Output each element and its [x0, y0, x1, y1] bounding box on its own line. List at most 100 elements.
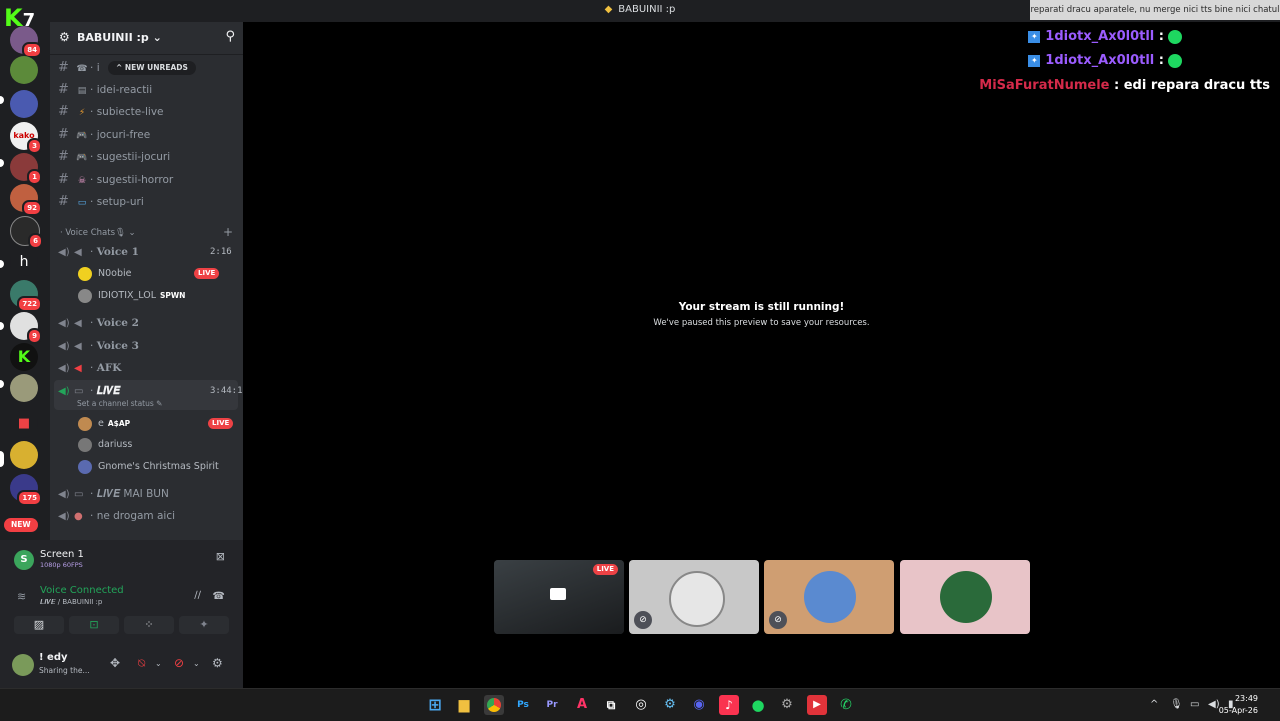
music-icon[interactable]: ♪: [719, 695, 739, 715]
channel-item[interactable]: # 🎮 · jocuri-free: [58, 125, 150, 145]
unread-pill: [0, 159, 4, 167]
taskbar: ⊞ ▆ Ps Pr A ⧉ ◎ ⚙ ◉ ♪ ● ⚙ ▶ ✆ ^ 🎙 ▭ ◀) ▮…: [0, 688, 1280, 721]
server-icon[interactable]: ■: [10, 410, 38, 438]
voice-user[interactable]: IDIOTIX_LOL SPWN: [78, 286, 185, 306]
chevron-down-icon[interactable]: ⌄: [193, 659, 200, 668]
server-icon[interactable]: [10, 441, 38, 469]
settings-icon[interactable]: ⚙: [777, 695, 797, 715]
discord-icon[interactable]: ◉: [689, 695, 709, 715]
server-icon[interactable]: 92: [10, 184, 42, 216]
media-icon[interactable]: ▶: [807, 695, 827, 715]
muted-icon: ⊘: [634, 611, 652, 629]
deafen-icon[interactable]: ⊘: [174, 656, 184, 670]
user-status: Sharing the...: [39, 666, 90, 675]
obs-icon[interactable]: ◎: [631, 695, 651, 715]
server-icon[interactable]: h: [10, 248, 38, 276]
stream-tile[interactable]: LIVE: [494, 560, 624, 634]
new-unreads-button[interactable]: ^ NEW UNREADS: [108, 61, 196, 75]
affinity-icon[interactable]: A: [572, 695, 592, 715]
stream-stage[interactable]: Your stream is still running! We've paus…: [243, 22, 1280, 688]
channel-item[interactable]: # ▭ · setup-uri: [58, 192, 144, 212]
channel-item[interactable]: # ▤ · idei-reactii: [58, 80, 152, 100]
start-icon[interactable]: ⊞: [425, 695, 445, 715]
voice-user[interactable]: N0obie LIVE: [78, 264, 220, 284]
user-name[interactable]: ! edy: [39, 652, 68, 663]
steam-icon[interactable]: ⚙: [660, 695, 680, 715]
voice-user[interactable]: dariuss: [78, 435, 132, 455]
channel-item[interactable]: # ⚡ · subiecte-live: [58, 102, 164, 122]
noise-suppression-icon[interactable]: ∕∕: [194, 590, 201, 601]
server-icon[interactable]: 6: [10, 216, 43, 249]
voice-user[interactable]: e A$AP LIVE: [78, 414, 234, 434]
server-header[interactable]: ⚙ BABUINII :p ⌄ ⚲: [50, 22, 243, 55]
selected-pill: [0, 451, 4, 467]
hash-icon: #: [58, 82, 69, 97]
voice-user[interactable]: Gnome's Christmas Spirit: [78, 457, 219, 477]
photoshop-icon[interactable]: Ps: [513, 695, 533, 715]
server-icon[interactable]: 84: [10, 26, 42, 58]
premiere-icon[interactable]: Pr: [542, 695, 562, 715]
pill-icon: ●: [74, 511, 83, 522]
channel-item[interactable]: # ☎ · i: [58, 58, 100, 78]
server-icon[interactable]: 9: [10, 312, 42, 344]
chevron-down-icon[interactable]: ⌄: [155, 659, 162, 668]
chat-line: ✦ 1diotx_Ax0l0tll :: [1028, 53, 1182, 68]
activities-button[interactable]: ⁘: [124, 616, 174, 634]
server-icon[interactable]: 1: [10, 153, 42, 185]
voice-channel-voice1[interactable]: ◀) ◀ · Voice 1 2:16: [58, 242, 232, 262]
server-icon[interactable]: K: [10, 343, 38, 371]
stop-share-icon[interactable]: ⊠: [216, 550, 225, 563]
channel-item[interactable]: # ☠ · sugestii-horror: [58, 170, 173, 190]
voice-channel-voice3[interactable]: ◀) ◀ · Voice 3: [58, 336, 139, 356]
create-channel-icon[interactable]: +: [223, 225, 233, 239]
hash-icon: #: [58, 194, 69, 209]
server-icon[interactable]: 722: [10, 280, 42, 312]
chat-line: ✦ 1diotx_Ax0l0tll :: [1028, 29, 1182, 44]
disconnect-icon[interactable]: ☎: [213, 591, 225, 602]
participant-tile[interactable]: [900, 560, 1030, 634]
soundboard-button[interactable]: ✦: [179, 616, 229, 634]
category-voice-chats[interactable]: · Voice Chats🎙 ⌄: [60, 228, 136, 238]
voice-channel-ne-drogam[interactable]: ◀) ● · ne drogam aici: [58, 506, 175, 526]
chrome-icon[interactable]: [484, 695, 504, 715]
participant-tile[interactable]: ⊘: [764, 560, 894, 634]
unread-pill: [0, 322, 4, 330]
speaker-icon: ◀: [74, 318, 82, 329]
settings-gear-icon[interactable]: ⚙: [212, 656, 223, 670]
camera-icon: ▭: [74, 489, 84, 500]
add-member-icon[interactable]: ⚲: [225, 29, 235, 44]
speaker-icon: ◀: [74, 247, 82, 258]
server-icon[interactable]: [10, 90, 38, 118]
server-icon[interactable]: 175: [10, 474, 42, 506]
spotify-icon: [1168, 29, 1182, 44]
screen-share-button[interactable]: ⊡: [69, 616, 119, 634]
voice-channel-afk[interactable]: ◀) ◀ · AFK: [58, 358, 121, 378]
clock[interactable]: 23:49 05-Apr-26: [1219, 693, 1258, 717]
speaker-icon: ◀: [74, 341, 82, 352]
gamepad-icon[interactable]: ✥: [110, 656, 120, 670]
live-badge: LIVE: [592, 564, 618, 575]
new-badge[interactable]: NEW: [4, 518, 38, 532]
whatsapp-icon[interactable]: ✆: [836, 695, 856, 715]
mic-muted-icon[interactable]: ⍉: [138, 656, 145, 671]
server-icon[interactable]: [10, 374, 38, 402]
capcut-icon[interactable]: ⧉: [601, 695, 621, 715]
voice-channel-live-mai-bun[interactable]: ◀) ▭ · 𝑳𝑰𝑽𝑬 MAI BUN: [58, 484, 169, 504]
avatar[interactable]: [12, 654, 34, 676]
user-panel: S Screen 1 1080p 60FPS ⊠ ≋ Voice Connect…: [0, 540, 243, 688]
channel-status[interactable]: Set a channel status ✎: [77, 399, 162, 408]
server-icon[interactable]: [10, 56, 38, 84]
file-explorer-icon[interactable]: ▆: [454, 695, 474, 715]
signal-icon[interactable]: ≋: [17, 590, 26, 603]
camera-off-button[interactable]: ▨: [14, 616, 64, 634]
participant-tile[interactable]: ⊘: [629, 560, 759, 634]
voice-channel-live[interactable]: ◀) ▭ · 𝑳𝑰𝑽𝑬 3:44:13: [58, 381, 248, 401]
spotify-icon[interactable]: ●: [748, 695, 768, 715]
microphone-icon[interactable]: 🎙: [1170, 699, 1183, 710]
voice-channel-voice2[interactable]: ◀) ◀ · Voice 2: [58, 313, 139, 333]
voice-connected-label[interactable]: Voice Connected: [40, 585, 124, 596]
server-icon[interactable]: kako 3: [10, 122, 42, 154]
channel-item[interactable]: # 🎮 · sugestii-jocuri: [58, 147, 170, 167]
network-icon[interactable]: ▭: [1190, 699, 1199, 710]
chevron-up-icon[interactable]: ^: [1150, 699, 1158, 710]
